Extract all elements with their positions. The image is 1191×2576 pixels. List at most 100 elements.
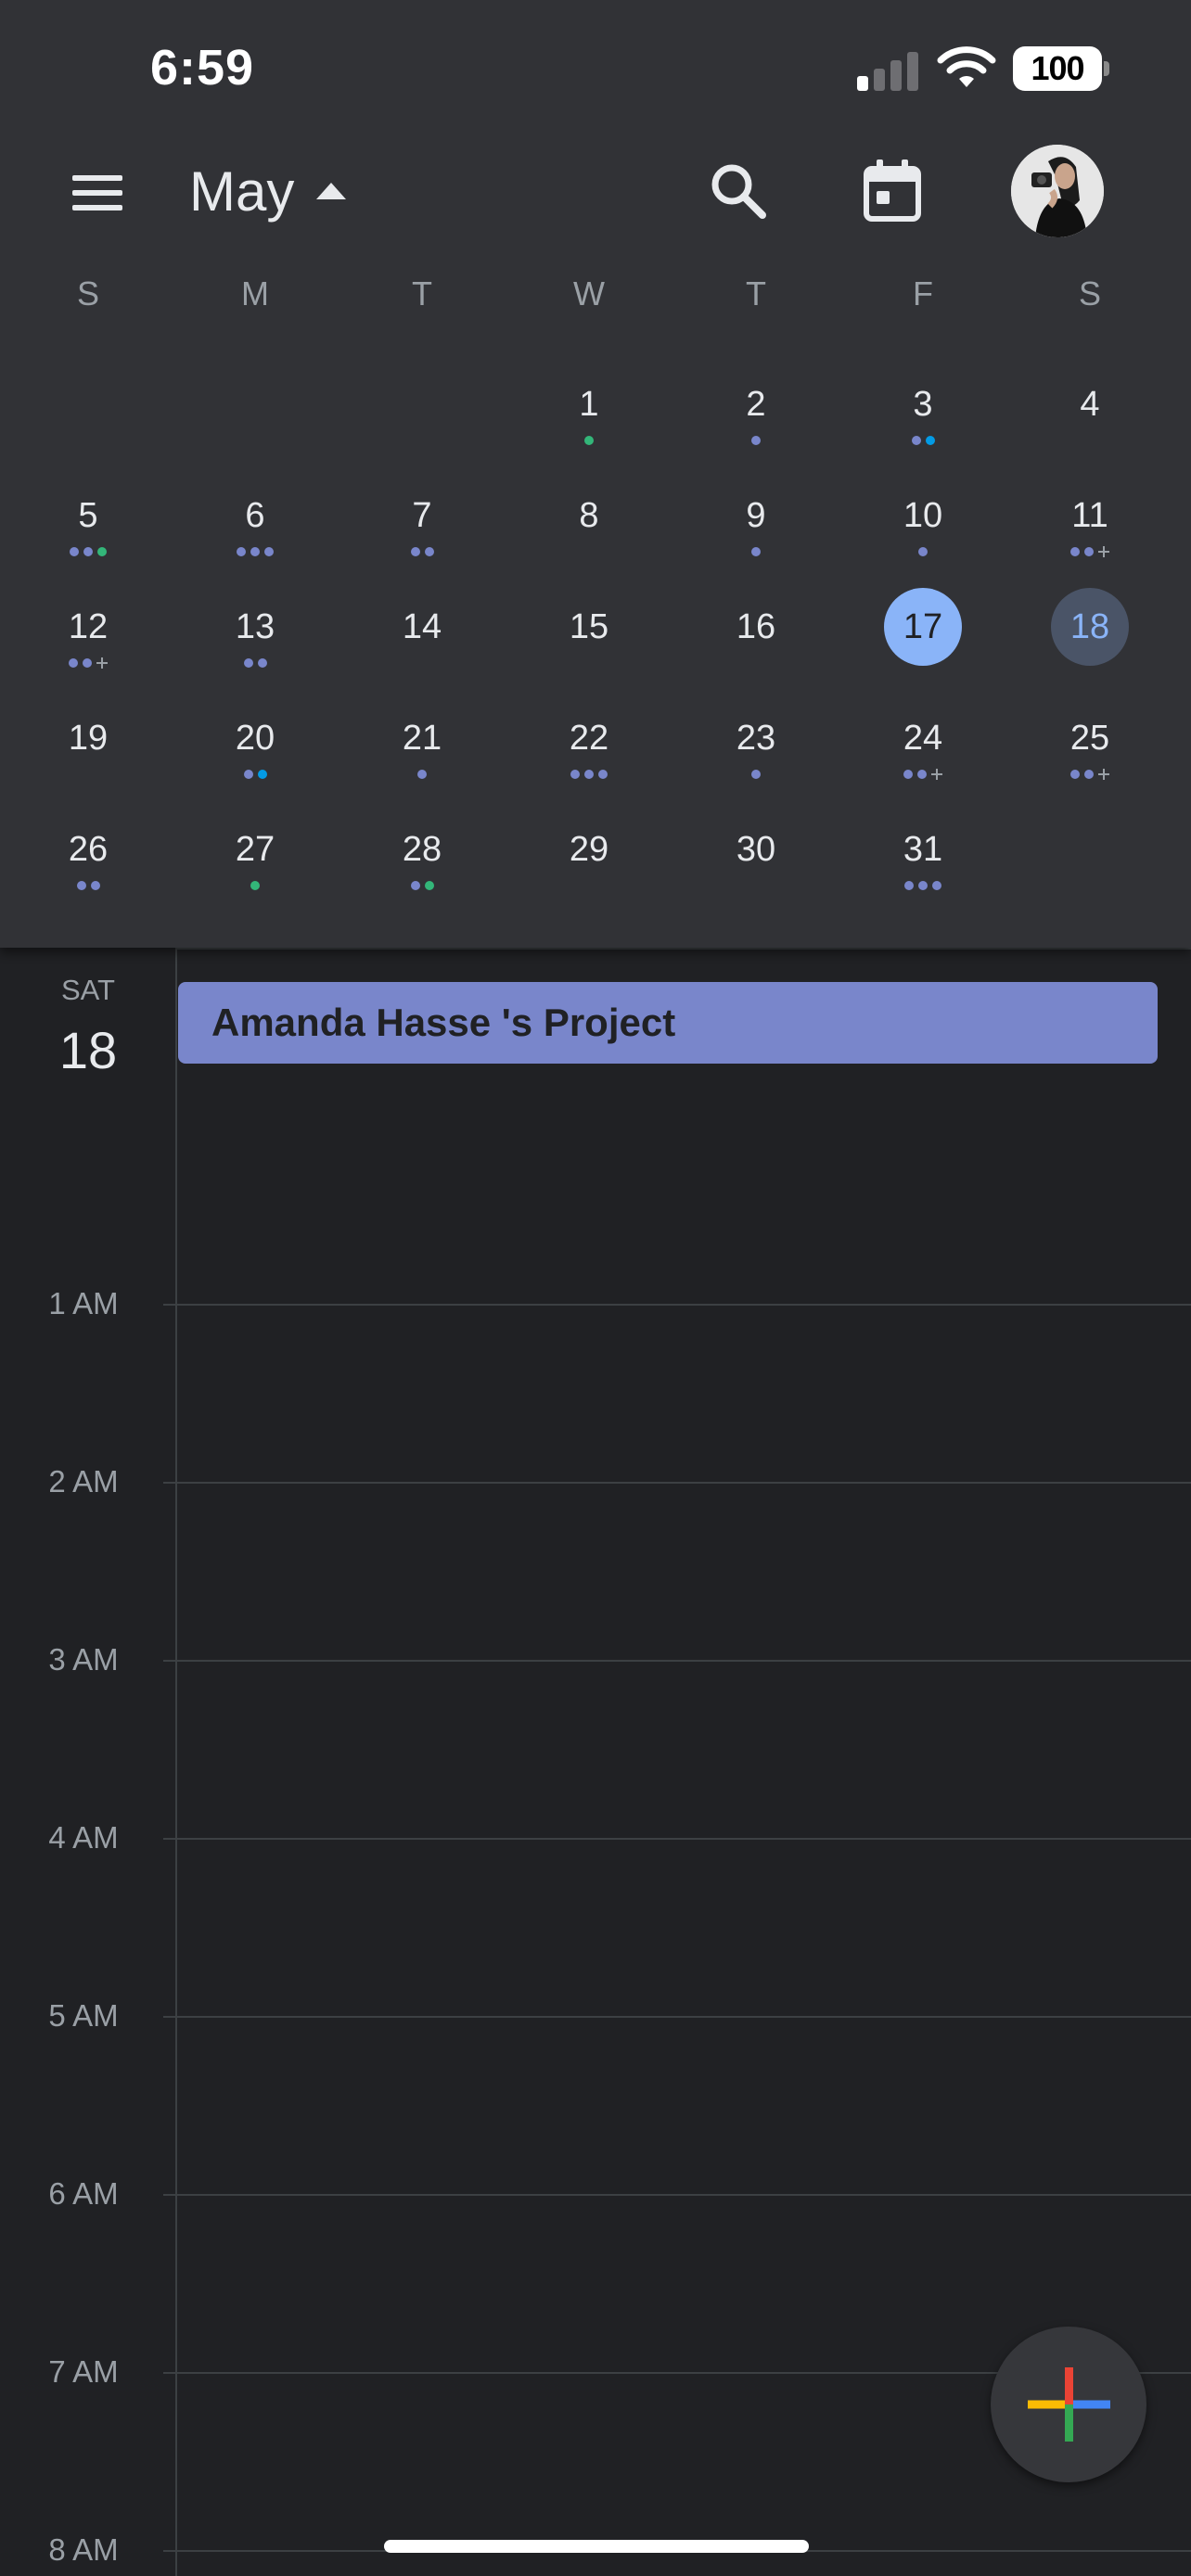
day-cell-18[interactable]: 18 (1034, 588, 1146, 690)
day-cell-1[interactable]: 1 (533, 365, 645, 467)
day-cell-15[interactable]: 15 (533, 588, 645, 690)
event-dots (867, 434, 979, 447)
day-cell-7[interactable]: 7 (366, 477, 478, 579)
day-number: 30 (736, 829, 776, 869)
day-number: 19 (68, 718, 109, 758)
day-cell-24[interactable]: 24 (867, 699, 979, 801)
event-dot (918, 881, 928, 890)
event-dots (867, 545, 979, 558)
profile-photo (1011, 145, 1104, 237)
day-cell-25[interactable]: 25 (1034, 699, 1146, 801)
month-toggle-button[interactable]: May (189, 154, 347, 228)
hour-label: 7 AM (48, 2354, 119, 2389)
day-cell-22[interactable]: 22 (533, 699, 645, 801)
day-cell-17[interactable]: 17 (867, 588, 979, 690)
event-dot (76, 881, 86, 890)
event-dots (32, 545, 144, 558)
event-dot (257, 770, 267, 779)
day-cell-3[interactable]: 3 (867, 365, 979, 467)
event-dot (250, 881, 260, 890)
day-cell-20[interactable]: 20 (199, 699, 311, 801)
day-cell-14[interactable]: 14 (366, 588, 478, 690)
hour-line (163, 2016, 1191, 2018)
event-dots (867, 879, 979, 892)
day-cell-31[interactable]: 31 (867, 810, 979, 912)
event-dot (584, 436, 594, 445)
event-dot (917, 770, 927, 779)
all-day-event[interactable]: Amanda Hasse 's Project (178, 982, 1158, 1064)
hour-label: 4 AM (48, 1820, 119, 1855)
wifi-icon (937, 46, 996, 87)
menu-button[interactable] (65, 167, 132, 219)
event-dots (1034, 768, 1146, 781)
status-time: 6:59 (150, 40, 255, 96)
search-icon[interactable] (707, 159, 770, 223)
day-cell-2[interactable]: 2 (700, 365, 812, 467)
event-dots (199, 879, 311, 892)
day-cell-19[interactable]: 19 (32, 699, 144, 801)
day-cell-26[interactable]: 26 (32, 810, 144, 912)
event-dot (250, 547, 260, 556)
event-dot (70, 547, 79, 556)
hour-label: 5 AM (48, 1998, 119, 2033)
day-number: 27 (235, 829, 275, 869)
weekday-label: F (913, 274, 933, 312)
event-dots (199, 657, 311, 670)
hour-label: 2 AM (48, 1464, 119, 1498)
day-number: 14 (402, 606, 442, 646)
day-cell-16[interactable]: 16 (700, 588, 812, 690)
hour-line (163, 1838, 1191, 1840)
hour-line (163, 1482, 1191, 1484)
day-number: 7 (412, 495, 432, 535)
day-cell-8[interactable]: 8 (533, 477, 645, 579)
day-number: 1 (579, 384, 599, 424)
event-dots (366, 879, 478, 892)
day-cell-10[interactable]: 10 (867, 477, 979, 579)
day-cell-29[interactable]: 29 (533, 810, 645, 912)
event-dot (1084, 547, 1094, 556)
event-dot (83, 547, 93, 556)
event-dot (424, 547, 434, 556)
battery-tip (1104, 61, 1109, 76)
day-number: 13 (235, 606, 275, 646)
selected-day-label[interactable]: SAT 18 (0, 974, 176, 1080)
day-number: 11 (1071, 495, 1108, 535)
event-dots (700, 768, 812, 781)
create-event-button[interactable] (991, 2327, 1146, 2482)
event-dot (570, 770, 580, 779)
calendar-today-icon[interactable] (861, 158, 924, 224)
home-indicator (384, 2540, 809, 2553)
event-dots (867, 768, 979, 781)
day-cell-11[interactable]: 11 (1034, 477, 1146, 579)
event-dot (257, 658, 267, 668)
more-events-icon (931, 769, 942, 780)
day-cell-21[interactable]: 21 (366, 699, 478, 801)
day-cell-4[interactable]: 4 (1034, 365, 1146, 467)
day-cell-23[interactable]: 23 (700, 699, 812, 801)
event-dot (417, 770, 427, 779)
day-cell-30[interactable]: 30 (700, 810, 812, 912)
day-cell-12[interactable]: 12 (32, 588, 144, 690)
day-cell-5[interactable]: 5 (32, 477, 144, 579)
avatar[interactable] (1011, 145, 1104, 237)
event-dots (366, 768, 478, 781)
day-number: 20 (235, 718, 275, 758)
hour-label: 3 AM (48, 1642, 119, 1677)
day-cell-28[interactable]: 28 (366, 810, 478, 912)
day-cell-6[interactable]: 6 (199, 477, 311, 579)
day-number: 24 (903, 718, 943, 758)
weekday-label: T (746, 274, 766, 312)
hour-line (163, 1660, 1191, 1662)
event-dot (90, 881, 100, 890)
day-cell-27[interactable]: 27 (199, 810, 311, 912)
status-bar: 6:59 100 (0, 0, 1191, 139)
weekday-header: SMTWTFS (0, 274, 1191, 321)
day-number: 31 (903, 829, 943, 869)
event-dots (199, 545, 311, 558)
more-events-icon (96, 657, 108, 669)
timeline-divider (175, 948, 177, 2576)
hour-line (177, 948, 1191, 950)
day-number: 18 (1051, 588, 1129, 666)
day-cell-9[interactable]: 9 (700, 477, 812, 579)
day-cell-13[interactable]: 13 (199, 588, 311, 690)
